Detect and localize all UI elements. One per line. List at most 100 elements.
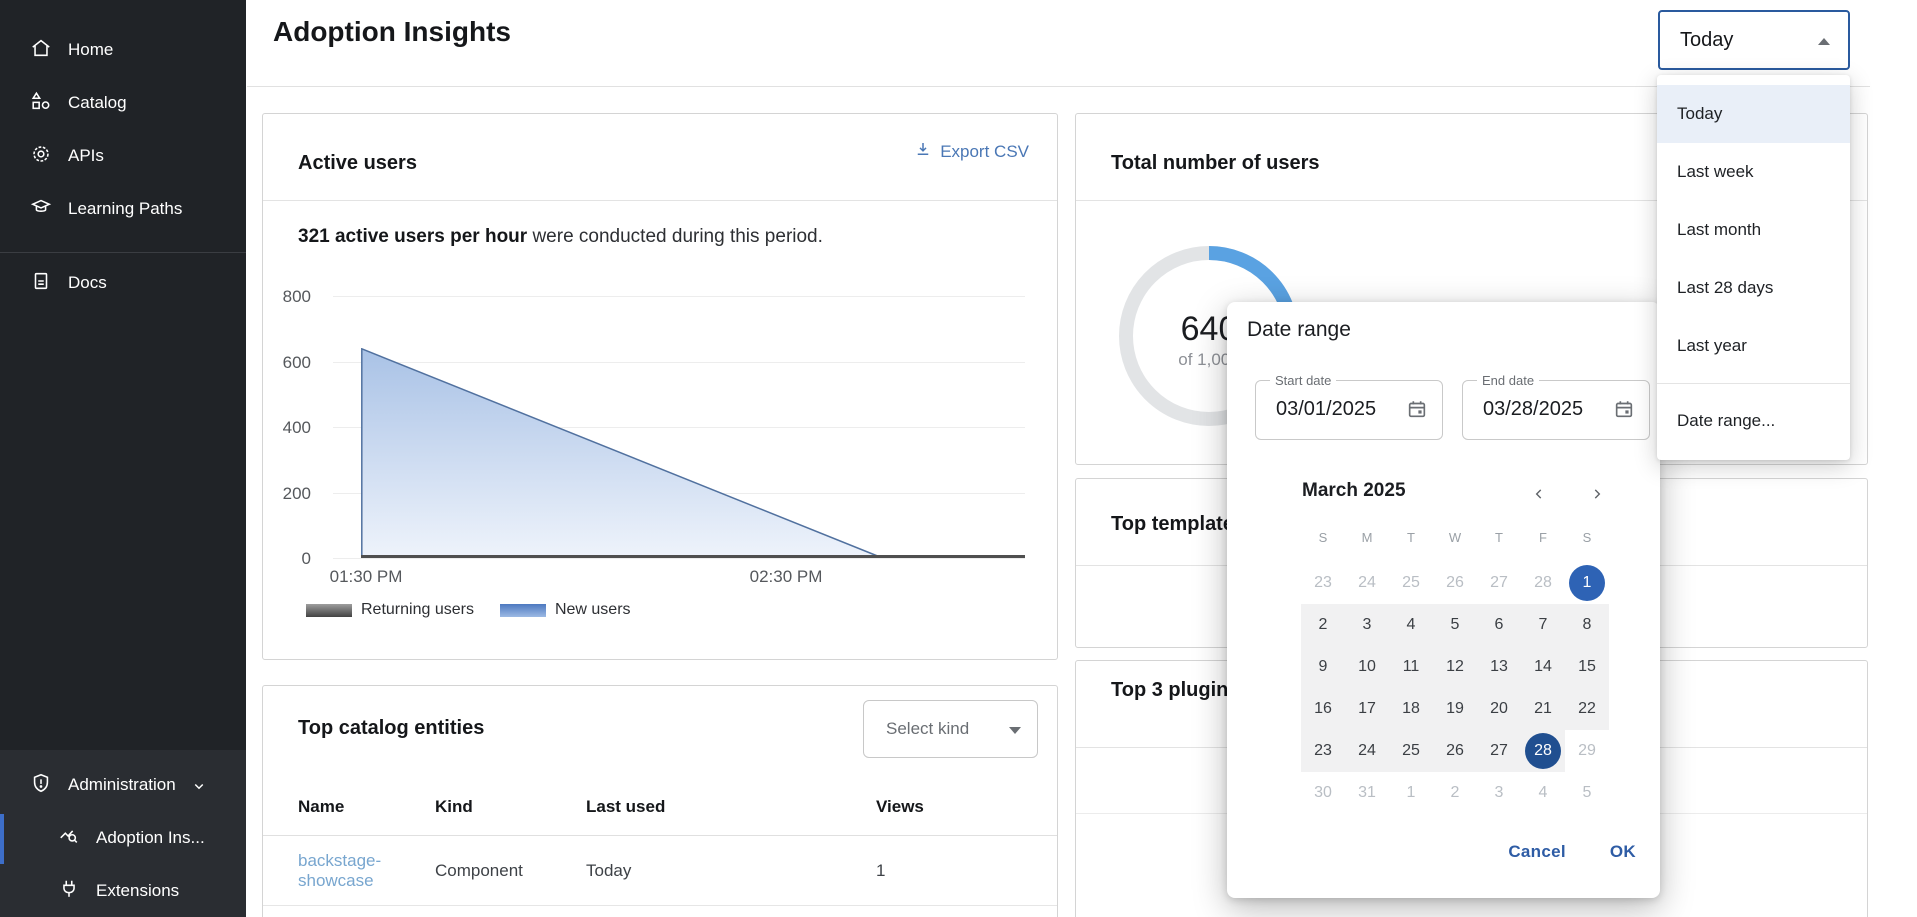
calendar-day[interactable]: 30: [1305, 775, 1341, 811]
calendar-day-cell[interactable]: 25: [1389, 730, 1433, 772]
calendar-day-cell[interactable]: 16: [1301, 688, 1345, 730]
calendar-day[interactable]: 12: [1437, 649, 1473, 685]
calendar-day[interactable]: 19: [1437, 691, 1473, 727]
calendar-day[interactable]: 23: [1305, 565, 1341, 601]
calendar-day[interactable]: 22: [1569, 691, 1605, 727]
sidebar-item-home[interactable]: Home: [0, 28, 246, 72]
calendar-day-cell[interactable]: 13: [1477, 646, 1521, 688]
end-date-field[interactable]: End date 03/28/2025: [1462, 380, 1650, 440]
calendar-day[interactable]: 29: [1569, 733, 1605, 769]
calendar-day-cell[interactable]: 24: [1345, 730, 1389, 772]
calendar-icon[interactable]: [1613, 398, 1635, 425]
calendar-day-cell[interactable]: 2: [1301, 604, 1345, 646]
calendar-day-cell[interactable]: 9: [1301, 646, 1345, 688]
calendar-day-cell[interactable]: 5: [1433, 604, 1477, 646]
menu-item[interactable]: Last week: [1657, 143, 1850, 201]
calendar-day[interactable]: 27: [1481, 733, 1517, 769]
calendar-day[interactable]: 25: [1393, 565, 1429, 601]
calendar-day[interactable]: 2: [1437, 775, 1473, 811]
calendar-day[interactable]: 2: [1305, 607, 1341, 643]
calendar-day[interactable]: 1: [1393, 775, 1429, 811]
calendar-day-cell[interactable]: 10: [1345, 646, 1389, 688]
sidebar-item-docs[interactable]: Docs: [0, 261, 246, 305]
calendar-day[interactable]: 4: [1393, 607, 1429, 643]
calendar-day-cell[interactable]: 26: [1433, 562, 1477, 604]
calendar-day-cell[interactable]: 5: [1565, 772, 1609, 814]
calendar-day-cell[interactable]: 3: [1477, 772, 1521, 814]
date-range-select[interactable]: Today: [1658, 10, 1850, 70]
calendar-day[interactable]: 16: [1305, 691, 1341, 727]
sidebar-item-extensions[interactable]: Extensions: [0, 869, 246, 913]
calendar-day-cell[interactable]: 28: [1521, 562, 1565, 604]
entity-link[interactable]: backstage-showcase: [298, 851, 435, 891]
calendar-day[interactable]: 23: [1305, 733, 1341, 769]
calendar-day-cell[interactable]: 19: [1433, 688, 1477, 730]
calendar-day[interactable]: 25: [1393, 733, 1429, 769]
calendar-day-cell[interactable]: 12: [1433, 646, 1477, 688]
ok-button[interactable]: OK: [1610, 842, 1636, 862]
calendar-icon[interactable]: [1406, 398, 1428, 425]
calendar-day[interactable]: 5: [1437, 607, 1473, 643]
calendar-day[interactable]: 20: [1481, 691, 1517, 727]
calendar-day[interactable]: 21: [1525, 691, 1561, 727]
calendar-day-cell[interactable]: 21: [1521, 688, 1565, 730]
calendar-day-cell[interactable]: 1: [1389, 772, 1433, 814]
calendar-day[interactable]: 13: [1481, 649, 1517, 685]
start-date-field[interactable]: Start date 03/01/2025: [1255, 380, 1443, 440]
calendar-day[interactable]: 10: [1349, 649, 1385, 685]
calendar-day-cell[interactable]: 30: [1301, 772, 1345, 814]
sidebar-item-apis[interactable]: APIs: [0, 134, 246, 178]
calendar-day[interactable]: 5: [1569, 775, 1605, 811]
calendar-day[interactable]: 6: [1481, 607, 1517, 643]
calendar-day[interactable]: 15: [1569, 649, 1605, 685]
calendar-day[interactable]: 26: [1437, 565, 1473, 601]
calendar-day-cell[interactable]: 17: [1345, 688, 1389, 730]
calendar-day[interactable]: 27: [1481, 565, 1517, 601]
calendar-day-cell[interactable]: 2: [1433, 772, 1477, 814]
calendar-day-cell[interactable]: 22: [1565, 688, 1609, 730]
calendar-day[interactable]: 17: [1349, 691, 1385, 727]
calendar-day-selected[interactable]: 28: [1525, 733, 1561, 769]
calendar-day-cell[interactable]: 27: [1477, 730, 1521, 772]
menu-item[interactable]: Last month: [1657, 201, 1850, 259]
cancel-button[interactable]: Cancel: [1508, 842, 1566, 862]
calendar-day[interactable]: 31: [1349, 775, 1385, 811]
calendar-day[interactable]: 3: [1481, 775, 1517, 811]
calendar-day[interactable]: 24: [1349, 733, 1385, 769]
calendar-day[interactable]: 11: [1393, 649, 1429, 685]
calendar-day-cell[interactable]: 27: [1477, 562, 1521, 604]
select-kind-dropdown[interactable]: Select kind: [863, 700, 1038, 758]
calendar-day[interactable]: 14: [1525, 649, 1561, 685]
calendar-day-cell[interactable]: 24: [1345, 562, 1389, 604]
calendar-day[interactable]: 8: [1569, 607, 1605, 643]
calendar-day[interactable]: 28: [1525, 565, 1561, 601]
calendar-day[interactable]: 26: [1437, 733, 1473, 769]
calendar-day[interactable]: 18: [1393, 691, 1429, 727]
calendar-next-button[interactable]: [1585, 482, 1609, 506]
calendar-day-cell[interactable]: 4: [1521, 772, 1565, 814]
calendar-day-cell[interactable]: 7: [1521, 604, 1565, 646]
calendar-day[interactable]: 7: [1525, 607, 1561, 643]
calendar-day-cell[interactable]: 23: [1301, 730, 1345, 772]
calendar-day-cell[interactable]: 31: [1345, 772, 1389, 814]
calendar-day-selected[interactable]: 1: [1569, 565, 1605, 601]
calendar-day[interactable]: 9: [1305, 649, 1341, 685]
sidebar-item-catalog[interactable]: Catalog: [0, 81, 246, 125]
chevron-down-icon[interactable]: [190, 777, 208, 800]
menu-item[interactable]: Last year: [1657, 317, 1850, 375]
calendar-day-cell[interactable]: 4: [1389, 604, 1433, 646]
sidebar-item-administration[interactable]: Administration: [0, 763, 246, 807]
calendar-day-cell[interactable]: 11: [1389, 646, 1433, 688]
calendar-day-cell[interactable]: 3: [1345, 604, 1389, 646]
calendar-day[interactable]: 4: [1525, 775, 1561, 811]
calendar-day-cell[interactable]: 1: [1565, 562, 1609, 604]
export-csv-button[interactable]: Export CSV: [914, 140, 1029, 163]
sidebar-item-adoption-insights[interactable]: Adoption Ins...: [0, 816, 246, 860]
calendar-day-cell[interactable]: 25: [1389, 562, 1433, 604]
sidebar-item-learning-paths[interactable]: Learning Paths: [0, 187, 246, 231]
calendar-day-cell[interactable]: 15: [1565, 646, 1609, 688]
calendar-prev-button[interactable]: [1527, 482, 1551, 506]
calendar-day-cell[interactable]: 18: [1389, 688, 1433, 730]
calendar-day-cell[interactable]: 14: [1521, 646, 1565, 688]
calendar-day-cell[interactable]: 26: [1433, 730, 1477, 772]
